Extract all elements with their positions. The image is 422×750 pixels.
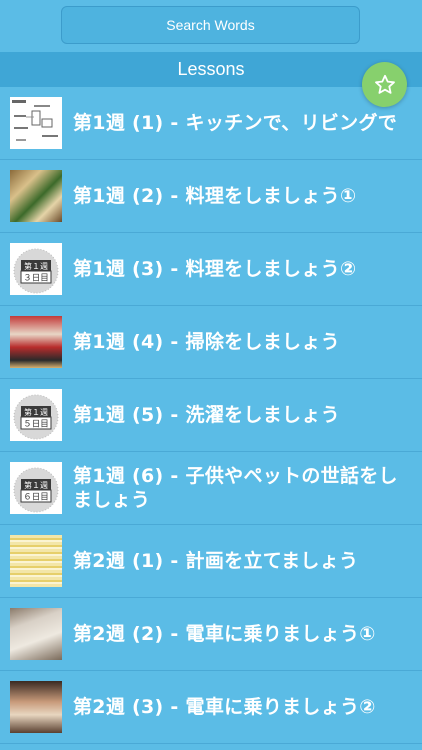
badge-week-label: 第１週 (24, 261, 48, 271)
calendar-badge-icon: 第１週６日目 (13, 467, 59, 513)
search-words-button[interactable]: Search Words (61, 6, 360, 44)
lesson-thumbnail: 第１週 ６日目 (10, 462, 62, 514)
badge-week-label: 第１週 (24, 480, 48, 490)
calendar-badge-icon: 第１週３日目 (13, 248, 59, 294)
lesson-row[interactable]: 第1週 (4) - 掃除をしましょう (0, 306, 422, 379)
lesson-thumbnail (10, 608, 62, 660)
lesson-thumbnail: 第１週 ３日目 (10, 243, 62, 295)
calendar-badge-icon: 第１週５日目 (13, 394, 59, 440)
floor-plan-drawing (10, 97, 62, 149)
badge-day-label: ５日目 (23, 420, 49, 430)
star-icon (374, 74, 395, 94)
lesson-row[interactable]: 第1週 (1) - キッチンで、リビングで (0, 87, 422, 160)
lesson-thumbnail (10, 681, 62, 733)
lesson-thumbnail (10, 316, 62, 368)
lesson-title: 第2週 (3) - 電車に乗りましょう② (73, 696, 376, 718)
lesson-title: 第1週 (6) - 子供やペットの世話をしましょう (73, 465, 398, 511)
lesson-title: 第1週 (4) - 掃除をしましょう (73, 331, 340, 353)
lesson-list: 第1週 (1) - キッチンで、リビングで 第1週 (2) - 料理をしましょう①… (0, 87, 422, 744)
lesson-title: 第1週 (1) - キッチンで、リビングで (73, 112, 398, 134)
lesson-thumbnail (10, 535, 62, 587)
favorites-button[interactable] (362, 62, 407, 107)
top-bar: Search Words (0, 0, 422, 52)
lesson-thumbnail (10, 170, 62, 222)
lesson-thumbnail (10, 97, 62, 149)
lesson-row[interactable]: 第１週 ６日目 第1週 (6) - 子供やペットの世話をしましょう (0, 452, 422, 525)
lesson-title: 第1週 (5) - 洗濯をしましょう (73, 404, 340, 426)
lesson-row[interactable]: 第2週 (1) - 計画を立てましょう (0, 525, 422, 598)
lesson-title: 第2週 (2) - 電車に乗りましょう① (73, 623, 376, 645)
badge-week-label: 第１週 (24, 407, 48, 417)
lesson-row[interactable]: 第１週 ３日目 第1週 (3) - 料理をしましょう② (0, 233, 422, 306)
badge-day-label: ６日目 (23, 493, 49, 503)
lesson-row[interactable]: 第2週 (2) - 電車に乗りましょう① (0, 598, 422, 671)
lesson-title: 第1週 (2) - 料理をしましょう① (73, 185, 357, 207)
lesson-row[interactable]: 第1週 (2) - 料理をしましょう① (0, 160, 422, 233)
lesson-row[interactable]: 第2週 (3) - 電車に乗りましょう② (0, 671, 422, 744)
section-title: Lessons (177, 59, 245, 79)
lesson-title: 第2週 (1) - 計画を立てましょう (73, 550, 359, 572)
lesson-thumbnail: 第１週 ５日目 (10, 389, 62, 441)
lesson-title: 第1週 (3) - 料理をしましょう② (73, 258, 357, 280)
lesson-row[interactable]: 第１週 ５日目 第1週 (5) - 洗濯をしましょう (0, 379, 422, 452)
badge-day-label: ３日目 (23, 274, 49, 284)
section-header-lessons: Lessons (0, 52, 422, 87)
